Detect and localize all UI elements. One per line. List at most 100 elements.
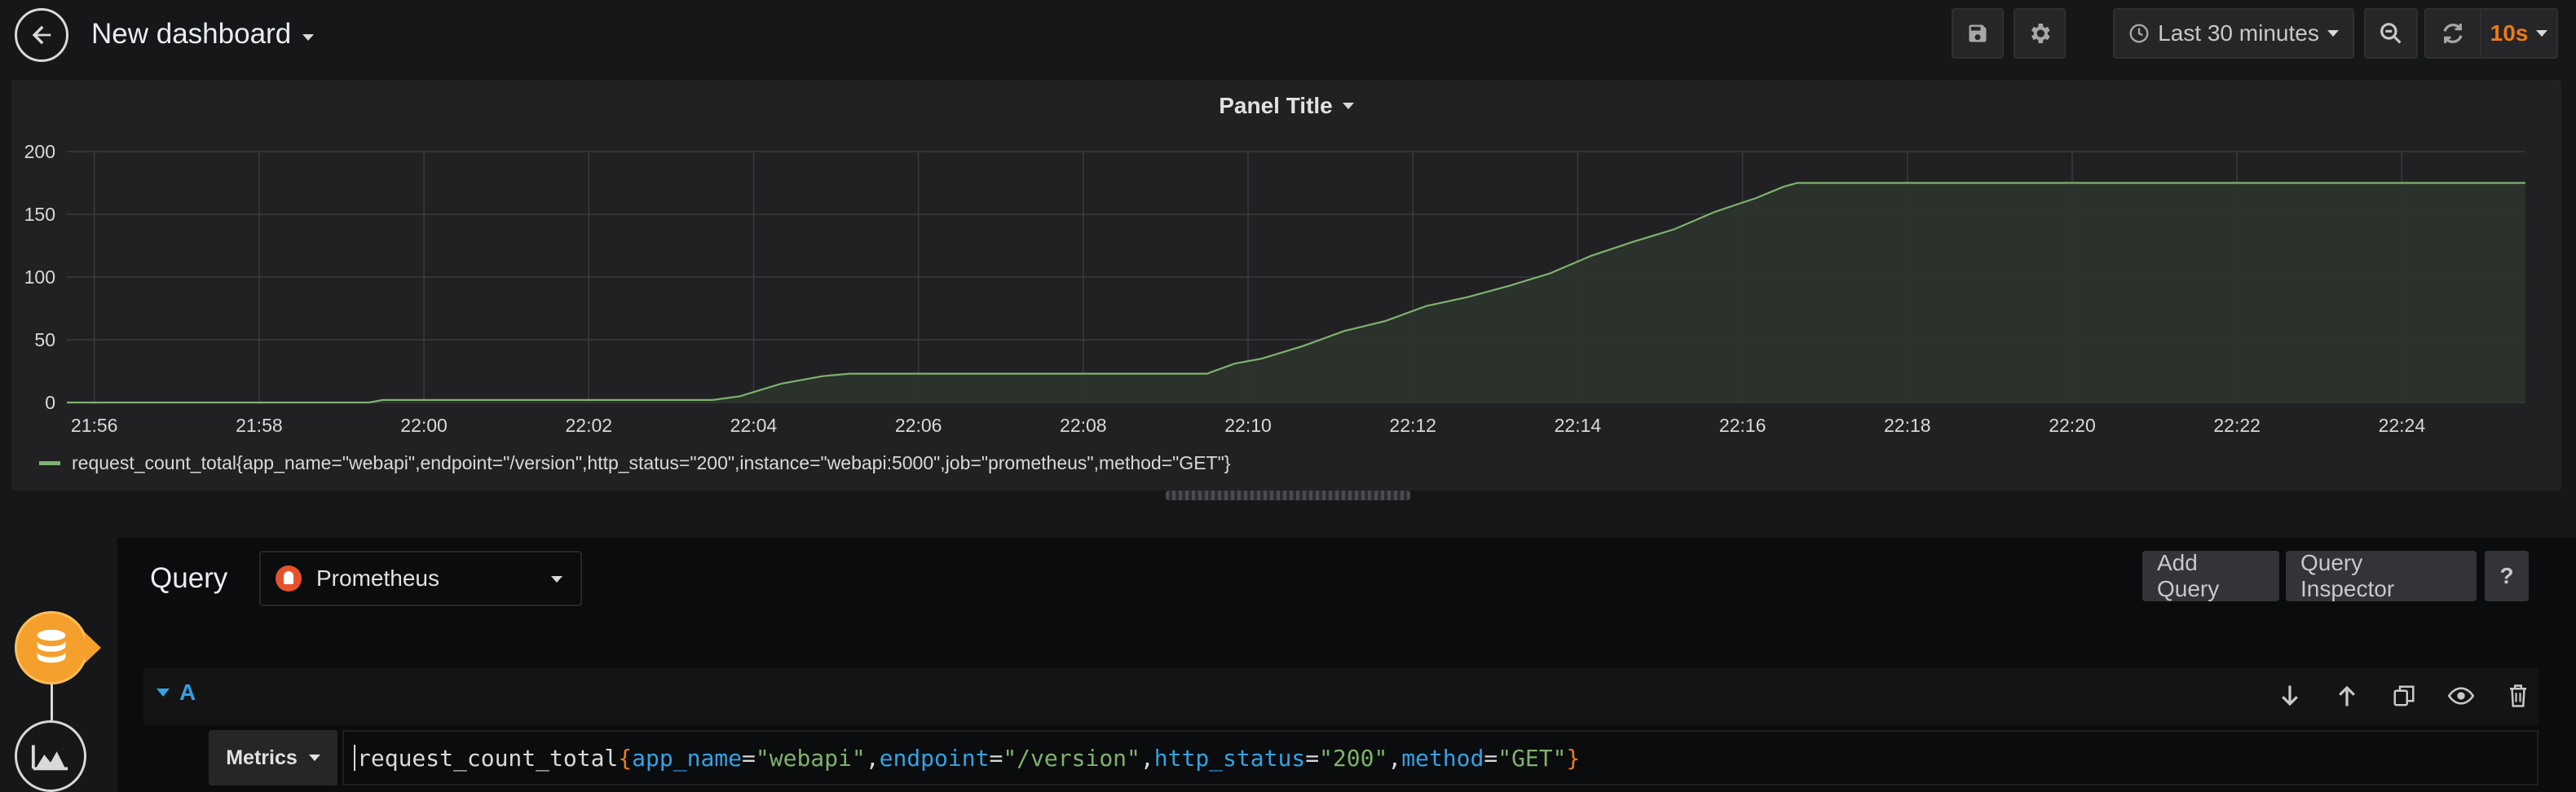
label-key: http_status — [1153, 744, 1306, 772]
chevron-down-icon — [308, 755, 320, 761]
chevron-down-icon — [2327, 30, 2339, 37]
label-operator: = — [742, 744, 756, 772]
promql-query-input[interactable]: request_count_total{app_name = "webapi", en… — [342, 730, 2539, 785]
query-row-actions — [2276, 680, 2532, 712]
panel-header[interactable]: Panel Title — [11, 90, 2561, 122]
query-section-title: Query — [150, 562, 228, 594]
label-value: "webapi" — [755, 744, 866, 772]
x-tick-label: 22:02 — [565, 415, 612, 436]
time-range-picker[interactable]: Last 30 minutes — [2113, 8, 2354, 59]
label-value: "GET" — [1498, 744, 1567, 772]
help-button[interactable]: ? — [2485, 551, 2529, 601]
save-dashboard-button[interactable] — [1952, 8, 2004, 59]
x-tick-label: 22:20 — [2049, 415, 2096, 436]
x-tick-label: 21:56 — [71, 415, 118, 436]
label-separator: , — [1387, 744, 1402, 772]
add-query-button[interactable]: Add Query — [2142, 550, 2279, 601]
zoom-out-icon — [2380, 23, 2402, 44]
move-up-button[interactable] — [2333, 680, 2361, 712]
panel-resize-handle[interactable] — [1166, 491, 1410, 500]
datasource-picker[interactable]: Prometheus — [259, 551, 582, 606]
chevron-down-icon — [1342, 103, 1354, 109]
tab-queries[interactable] — [15, 611, 88, 684]
x-tick-label: 22:04 — [730, 415, 778, 436]
label-value: "200" — [1319, 744, 1388, 772]
refresh-interval-label: 10s — [2490, 20, 2529, 46]
chevron-down-icon — [2536, 30, 2548, 37]
datasource-name: Prometheus — [316, 565, 439, 591]
label-separator: , — [865, 744, 880, 772]
x-tick-label: 22:16 — [1719, 415, 1767, 436]
x-tick-label: 21:58 — [236, 415, 283, 436]
area-chart-icon — [31, 745, 68, 771]
y-tick-label: 100 — [24, 266, 55, 288]
toggle-query-button[interactable] — [2447, 680, 2475, 712]
dashboard-navbar: New dashboard Last 30 minutes 10s — [0, 0, 2576, 70]
arrow-up-icon — [2339, 685, 2355, 706]
label-open-brace: { — [618, 744, 633, 772]
remove-query-button[interactable] — [2504, 680, 2532, 712]
dashboard-settings-button[interactable] — [2014, 8, 2066, 59]
label-key: app_name — [632, 744, 743, 772]
label-value: "/version" — [1003, 744, 1140, 772]
dashboard-title-picker[interactable]: New dashboard — [91, 15, 315, 54]
metric-name: request_count_total — [357, 744, 619, 772]
metrics-dropdown-button[interactable]: Metrics — [209, 730, 337, 785]
x-tick-label: 22:06 — [895, 415, 942, 436]
y-tick-label: 200 — [24, 141, 55, 162]
collapse-icon — [157, 689, 170, 697]
trash-icon — [2510, 684, 2526, 707]
refresh-icon — [2443, 24, 2463, 43]
prometheus-icon — [276, 565, 302, 592]
gear-icon — [2031, 24, 2050, 43]
x-tick-label: 22:10 — [1224, 415, 1272, 436]
y-tick-label: 50 — [34, 329, 55, 350]
series-area — [67, 183, 2525, 403]
x-tick-label: 22:12 — [1389, 415, 1436, 436]
arrow-down-icon — [2282, 685, 2298, 706]
chart-legend: request_count_total{app_name="webapi",en… — [39, 448, 1230, 477]
arrow-left-icon — [32, 25, 51, 45]
legend-series-label[interactable]: request_count_total{app_name="webapi",en… — [72, 452, 1230, 474]
panel-chart[interactable]: 0 50 100 150 200 21:56 21:58 22:00 22:02 22:04 22:… — [11, 80, 2561, 491]
y-tick-label: 0 — [45, 392, 55, 413]
dashboard-title: New dashboard — [91, 18, 292, 50]
clock-icon — [2129, 24, 2149, 43]
label-operator: = — [989, 744, 1003, 772]
x-tick-label: 22:08 — [1060, 415, 1107, 436]
query-row-header[interactable]: A — [157, 680, 196, 706]
legend-swatch — [39, 460, 60, 465]
query-ref-id: A — [179, 680, 196, 705]
label-operator: = — [1305, 744, 1320, 772]
copy-icon — [2393, 685, 2415, 706]
y-tick-label: 150 — [24, 204, 55, 225]
save-icon — [1969, 24, 1987, 42]
graph-panel: 0 50 100 150 200 21:56 21:58 22:00 22:02 22:04 22:… — [11, 80, 2561, 491]
text-cursor — [354, 745, 355, 771]
database-icon — [37, 629, 66, 663]
back-button[interactable] — [15, 8, 68, 62]
x-tick-label: 22:14 — [1555, 415, 1602, 436]
chevron-down-icon — [302, 34, 315, 41]
refresh-interval-picker[interactable]: 10s — [2480, 8, 2558, 59]
x-tick-label: 22:24 — [2379, 415, 2426, 436]
move-down-button[interactable] — [2276, 680, 2304, 712]
label-key: endpoint — [879, 744, 990, 772]
panel-title: Panel Title — [1219, 93, 1333, 118]
eye-icon — [2448, 687, 2474, 705]
chevron-down-icon — [551, 576, 562, 583]
time-range-label: Last 30 minutes — [2158, 20, 2319, 46]
tab-connector — [51, 680, 53, 720]
label-key: method — [1401, 744, 1484, 772]
duplicate-query-button[interactable] — [2390, 680, 2418, 712]
zoom-out-button[interactable] — [2364, 8, 2418, 59]
refresh-button[interactable] — [2424, 8, 2480, 59]
label-separator: , — [1140, 744, 1154, 772]
label-close-brace: } — [1566, 744, 1581, 772]
tab-visualization[interactable] — [15, 720, 86, 792]
query-inspector-button[interactable]: Query Inspector — [2286, 550, 2477, 601]
x-tick-label: 22:18 — [1884, 415, 1931, 436]
label-operator: = — [1484, 744, 1498, 772]
x-tick-label: 22:22 — [2213, 415, 2261, 436]
query-editor: Query Prometheus Add Query Query Inspect… — [117, 538, 2576, 792]
